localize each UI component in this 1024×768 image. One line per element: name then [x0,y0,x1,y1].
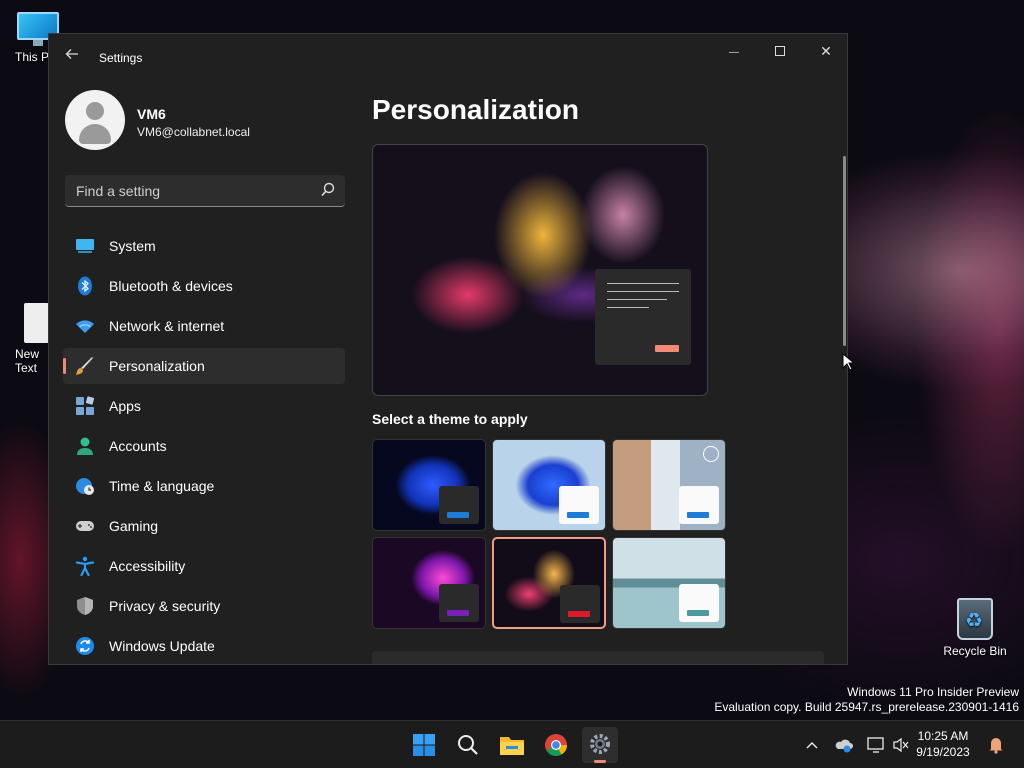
monitor-icon [76,239,94,253]
bluetooth-icon [78,276,92,296]
sidebar-item-label: Apps [109,398,141,414]
chevron-up-icon[interactable] [804,721,820,768]
onedrive-icon[interactable] [834,721,854,768]
sidebar-item-label: Accounts [109,438,167,454]
sidebar-item-label: Privacy & security [109,598,221,614]
sidebar-item-gaming[interactable]: Gaming [63,508,345,544]
theme-card-captured-motion[interactable] [492,537,606,629]
sidebar-item-windows-update[interactable]: Windows Update [63,628,345,664]
theme-card-spotlight[interactable] [612,439,726,531]
theme-section-label: Select a theme to apply [372,411,528,427]
desktop-icon-recycle-bin[interactable]: Recycle Bin [937,598,1013,658]
back-button[interactable] [61,46,83,68]
theme-card-glow[interactable] [372,537,486,629]
settings-icon [590,734,610,754]
sidebar-item-bluetooth[interactable]: Bluetooth & devices [63,268,345,304]
globe-clock-icon [76,478,94,495]
gamepad-icon [76,521,94,531]
apps-icon [76,396,95,415]
search-input[interactable] [65,175,315,206]
clock-time: 10:25 AM [917,729,969,743]
settings-taskbar-button[interactable] [582,727,618,763]
arrow-left-icon [65,49,78,59]
wifi-icon [76,320,94,333]
sidebar-item-label: Accessibility [109,558,186,574]
theme-card-windows-light[interactable] [492,439,606,531]
sidebar-nav: System Bluetooth & devices Network & int… [63,228,345,664]
taskbar: 10:25 AM 9/19/2023 [0,720,1024,768]
theme-card-flow[interactable] [612,537,726,629]
user-name: VM6 [137,106,166,122]
window-title: Settings [99,51,143,65]
user-email: VM6@collabnet.local [137,125,250,139]
preview-window [595,269,691,365]
settings-card[interactable] [372,651,824,664]
search-box[interactable] [65,175,345,207]
shield-icon [77,597,93,615]
spotlight-icon [703,446,719,462]
scrollbar[interactable] [843,156,846,346]
sidebar-item-label: Gaming [109,518,159,534]
avatar [65,90,125,150]
sidebar-item-apps[interactable]: Apps [63,388,345,424]
watermark-line: Windows 11 Pro Insider Preview [847,685,1019,699]
chrome-button[interactable] [538,727,574,763]
mouse-cursor-icon [842,353,854,371]
file-explorer-icon [500,737,524,755]
chrome-icon [545,734,567,756]
sidebar-item-time-language[interactable]: Time & language [63,468,345,504]
settings-window: Settings — ✕ VM6 VM6@collabnet.local Sys… [48,33,848,665]
clock[interactable]: 10:25 AM 9/19/2023 [908,728,978,760]
sidebar-item-network[interactable]: Network & internet [63,308,345,344]
watermark-line: Evaluation copy. Build 25947.rs_prerelea… [714,700,1019,714]
theme-preview [372,144,708,396]
recycle-bin-icon [957,598,993,640]
desktop-icon-label: Recycle Bin [943,644,1007,658]
sidebar-item-accessibility[interactable]: Accessibility [63,548,345,584]
clock-date: 9/19/2023 [916,745,970,759]
search-icon [458,735,478,755]
sidebar-item-label: Time & language [109,478,215,494]
start-icon [413,734,435,756]
sidebar-item-privacy[interactable]: Privacy & security [63,588,345,624]
sidebar-item-label: Personalization [109,358,205,374]
update-icon [76,637,94,655]
start-button[interactable] [406,727,442,763]
network-icon[interactable] [866,721,886,768]
search-icon[interactable] [321,182,335,198]
page-title: Personalization [372,94,579,125]
person-icon [77,437,93,455]
sidebar-item-accounts[interactable]: Accounts [63,428,345,464]
build-watermark: Windows 11 Pro Insider Preview Evaluatio… [714,685,1019,715]
main-content: Personalization Select a theme to apply [372,34,842,664]
sidebar-item-personalization[interactable]: Personalization [63,348,345,384]
taskbar-search-button[interactable] [450,727,486,763]
sidebar-item-label: Windows Update [109,638,215,654]
sidebar-item-system[interactable]: System [63,228,345,264]
file-explorer-button[interactable] [494,727,530,763]
sidebar-item-label: Network & internet [109,318,225,334]
accessibility-icon [75,556,95,576]
sidebar-item-label: Bluetooth & devices [109,278,233,294]
theme-card-windows-dark[interactable] [372,439,486,531]
paintbrush-icon [76,357,93,375]
sidebar-item-label: System [109,238,156,254]
notification-bell-icon[interactable] [986,721,1006,768]
